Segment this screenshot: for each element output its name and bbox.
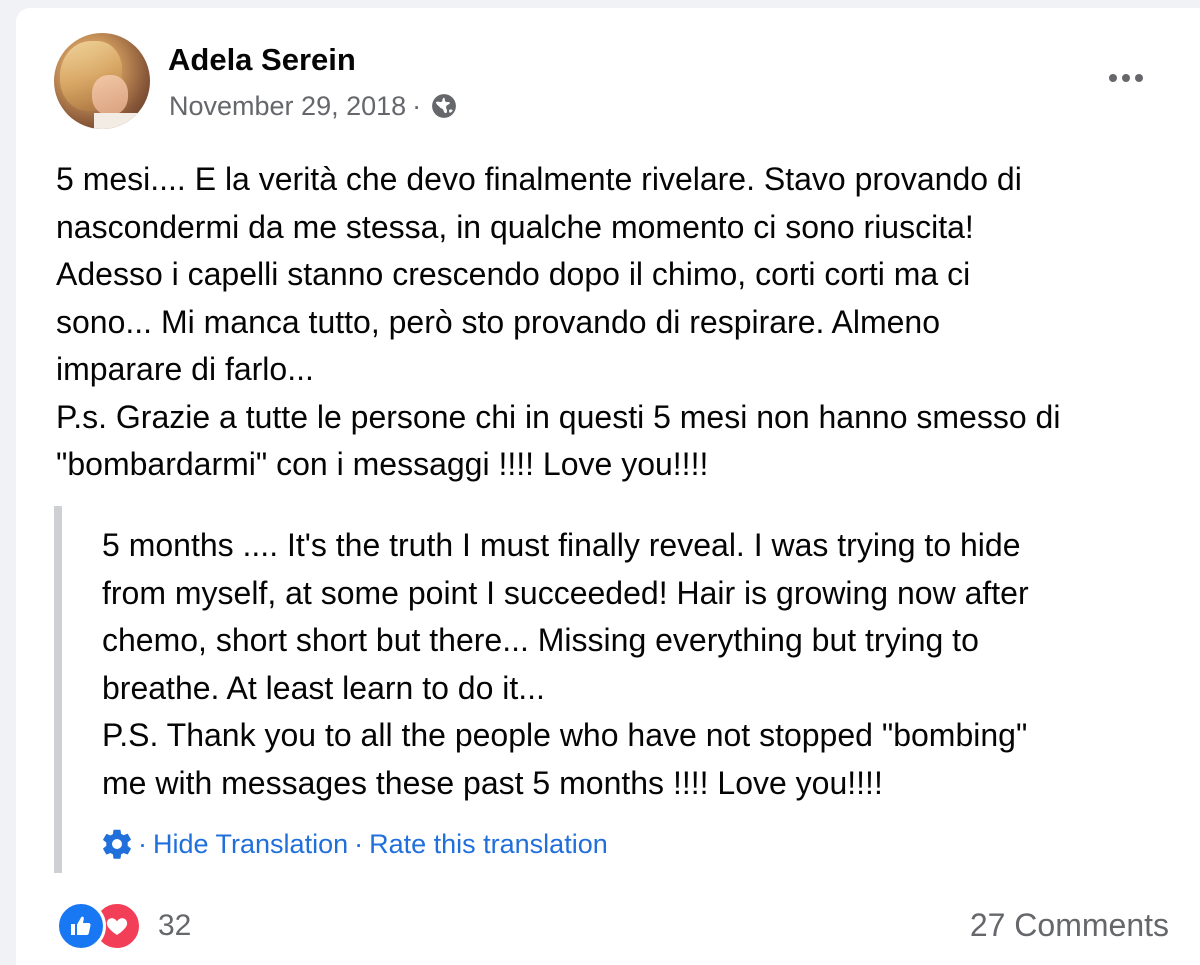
more-dot [1122, 74, 1130, 82]
avatar-shirt [94, 113, 150, 129]
author-name[interactable]: Adela Serein [168, 42, 356, 78]
avatar[interactable] [54, 33, 150, 129]
reactions-summary[interactable]: 32 [56, 901, 191, 951]
more-dot [1109, 74, 1117, 82]
translation-separator: · [354, 829, 364, 859]
post-text: 5 mesi.... E la verità che devo finalmen… [56, 161, 1061, 482]
translation-separator: · [138, 829, 147, 859]
post-date[interactable]: November 29, 2018 [169, 88, 406, 124]
translation-block: 5 months .... It's the truth I must fina… [54, 506, 1174, 873]
gear-icon[interactable] [102, 829, 132, 859]
post-meta: November 29, 2018 · [169, 88, 457, 124]
avatar-face [92, 75, 128, 115]
more-options-icon[interactable] [1098, 60, 1154, 96]
translation-text: 5 months .... It's the truth I must fina… [102, 527, 1029, 801]
like-icon [56, 901, 106, 951]
reaction-count: 32 [158, 909, 192, 942]
post-card: Adela Serein November 29, 2018 · 5 mesi.… [16, 8, 1200, 965]
hide-translation-link[interactable]: Hide Translation [153, 826, 348, 862]
globe-icon [432, 94, 457, 118]
rate-translation-link[interactable]: Rate this translation [369, 826, 608, 862]
more-dot [1135, 74, 1143, 82]
meta-separator: · [412, 91, 422, 121]
comments-count[interactable]: 27 Comments [970, 905, 1169, 945]
translation-actions: · Hide Translation · Rate this translati… [102, 826, 608, 862]
